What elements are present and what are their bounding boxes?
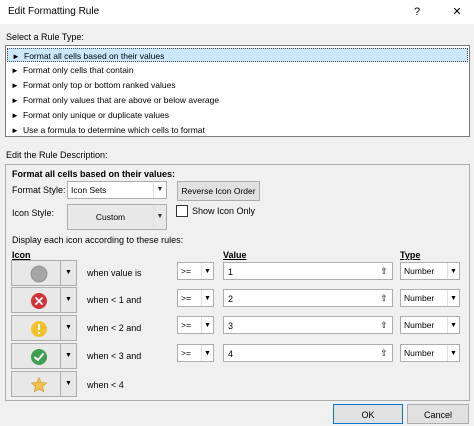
operator-select-4[interactable]: >= ▼ [177,344,214,362]
gray-circle-icon [30,265,48,283]
chevron-down-icon: ▼ [447,317,459,333]
red-x-circle-icon [31,293,47,309]
arrow-right-icon: ► [11,96,19,105]
chevron-down-icon: ▼ [60,316,76,340]
chevron-down-icon: ▼ [447,290,459,306]
icon-select-5[interactable]: ▼ [11,371,77,397]
format-style-label: Format Style: [12,185,66,195]
icon-style-select[interactable]: Custom ▼ [67,204,167,230]
icon-select-4[interactable]: ▼ [11,343,77,369]
range-select-icon[interactable]: ⇧ [377,291,391,305]
rule-type-item[interactable]: ► Format only cells that contain [7,63,468,77]
chevron-down-icon: ▼ [201,317,213,333]
type-select-2[interactable]: Number ▼ [400,289,460,307]
rule-type-item[interactable]: ► Use a formula to determine which cells … [7,123,468,137]
rule-type-list[interactable]: ► Format all cells based on their values … [5,45,470,137]
chevron-down-icon: ▼ [60,288,76,312]
arrow-right-icon: ► [12,52,20,61]
range-select-icon[interactable]: ⇧ [377,264,391,278]
chevron-down-icon: ▼ [60,372,76,396]
chevron-down-icon: ▼ [201,345,213,361]
rule-type-item[interactable]: ► Format only values that are above or be… [7,93,468,107]
rule-condition-3: when < 2 and [87,323,142,333]
column-header-type: Type [400,250,421,260]
rule-type-item[interactable]: ► Format all cells based on their values [7,48,468,62]
type-select-1[interactable]: Number ▼ [400,262,460,280]
range-select-icon[interactable]: ⇧ [377,318,391,332]
rule-type-label: Select a Rule Type: [6,32,84,42]
chevron-down-icon: ▼ [60,261,76,285]
chevron-down-icon: ▼ [447,263,459,279]
icon-select-3[interactable]: ▼ [11,315,77,341]
rule-condition-1: when value is [87,268,142,278]
arrow-right-icon: ► [11,111,19,120]
rule-condition-4: when < 3 and [87,351,142,361]
arrow-right-icon: ► [11,126,19,135]
chevron-down-icon: ▼ [447,345,459,361]
column-header-value: Value [223,250,247,260]
cancel-button[interactable]: Cancel [407,404,469,424]
rule-type-item[interactable]: ► Format only unique or duplicate values [7,108,468,122]
rule-type-item[interactable]: ► Format only top or bottom ranked values [7,78,468,92]
show-icon-only-label: Show Icon Only [192,206,256,216]
yellow-exclamation-circle-icon [31,321,47,337]
icon-style-label: Icon Style: [12,208,55,218]
value-input-2[interactable]: 2 ⇧ [223,289,393,307]
chevron-down-icon: ▼ [201,290,213,306]
rule-description-label: Edit the Rule Description: [6,150,108,160]
value-input-3[interactable]: 3 ⇧ [223,316,393,334]
gold-star-icon [30,376,48,393]
icon-select-1[interactable]: ▼ [11,260,77,286]
column-header-icon: Icon [12,250,31,260]
chevron-down-icon: ▼ [153,205,166,229]
operator-select-2[interactable]: >= ▼ [177,289,214,307]
operator-select-1[interactable]: >= ▼ [177,262,214,280]
format-style-select[interactable]: Icon Sets ▼ [67,181,167,199]
reverse-icon-order-button[interactable]: Reverse Icon Order [177,181,260,201]
range-select-icon[interactable]: ⇧ [377,346,391,360]
value-input-4[interactable]: 4 ⇧ [223,344,393,362]
green-check-circle-icon [31,349,47,365]
help-button[interactable]: ? [406,3,428,21]
rule-condition-2: when < 1 and [87,295,142,305]
description-heading: Format all cells based on their values: [12,169,176,179]
ok-button[interactable]: OK [333,404,403,424]
arrow-right-icon: ► [11,66,19,75]
type-select-3[interactable]: Number ▼ [400,316,460,334]
arrow-right-icon: ► [11,81,19,90]
show-icon-only-checkbox[interactable] [176,205,188,217]
close-button[interactable]: ✕ [446,3,468,21]
icon-select-2[interactable]: ▼ [11,287,77,313]
rule-condition-5: when < 4 [87,380,124,390]
value-input-1[interactable]: 1 ⇧ [223,262,393,280]
chevron-down-icon: ▼ [201,263,213,279]
icon-rules-label: Display each icon according to these rul… [12,235,184,245]
chevron-down-icon: ▼ [60,344,76,368]
chevron-down-icon: ▼ [153,182,166,198]
window-title: Edit Formatting Rule [8,6,100,17]
operator-select-3[interactable]: >= ▼ [177,316,214,334]
type-select-4[interactable]: Number ▼ [400,344,460,362]
